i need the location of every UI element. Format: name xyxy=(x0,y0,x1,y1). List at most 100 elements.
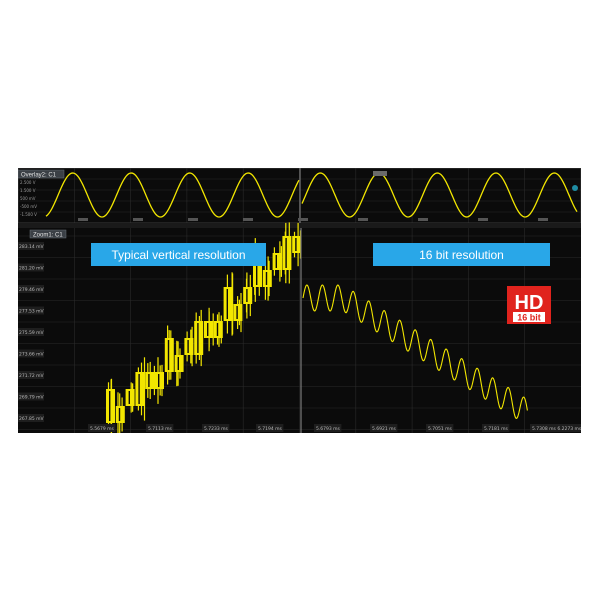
quantized-spike xyxy=(279,241,281,282)
top-tab[interactable]: Overlay2: C1 xyxy=(18,169,65,179)
quantized-spike xyxy=(107,382,110,430)
quantized-block xyxy=(115,406,125,423)
quantized-notch xyxy=(216,323,219,336)
quantized-notch xyxy=(246,289,248,302)
quantized-spike xyxy=(140,362,143,416)
quantized-notch xyxy=(128,391,130,404)
quantized-spike xyxy=(130,382,132,413)
panel-separator xyxy=(18,223,581,228)
x-tick-label: 5.6921 ms xyxy=(372,426,397,432)
y-tick-label: 283.14 mV xyxy=(19,244,45,250)
quantized-notch xyxy=(207,323,209,336)
quantized-notch xyxy=(197,323,199,353)
x-tick-label: 5.7113 ms xyxy=(148,426,173,432)
quantized-notch xyxy=(118,408,121,421)
y-tick-label: 279.46 mV xyxy=(19,287,45,293)
quantized-spike xyxy=(273,247,275,276)
quantized-spike xyxy=(117,392,119,433)
x-tick-label: 5.7308 ms 6.2273 ms xyxy=(532,426,581,432)
quantized-spike xyxy=(153,365,155,396)
top-tab-label: Overlay2: C1 xyxy=(21,173,57,179)
x-tick-chip xyxy=(538,218,548,221)
quantized-spike xyxy=(240,293,242,333)
x-tick-chip xyxy=(78,218,88,221)
quantized-block xyxy=(292,236,302,253)
x-tick-chip xyxy=(418,218,428,221)
quantized-spike xyxy=(249,274,251,317)
quantized-spike xyxy=(132,383,134,412)
y-tick-label: 271.72 mV xyxy=(19,373,45,379)
x-tick-label: 5.7233 ms xyxy=(204,426,229,432)
x-tick-chip xyxy=(298,218,308,221)
quantized-notch xyxy=(187,340,189,353)
quantized-spike xyxy=(143,357,146,421)
quantized-spike xyxy=(200,309,202,367)
top-axis-label: 2.500 V xyxy=(20,180,36,185)
y-tick-label: 267.85 mV xyxy=(19,416,45,422)
quantized-notch xyxy=(285,238,287,268)
quantized-spike xyxy=(297,222,299,267)
quantized-notch xyxy=(167,340,170,370)
bits-text: 16 bit xyxy=(517,313,541,323)
quantized-notch xyxy=(265,272,268,285)
quantized-spike xyxy=(232,273,234,335)
x-tick-chip xyxy=(243,218,253,221)
quantized-notch xyxy=(158,374,160,387)
quantized-block xyxy=(135,372,145,406)
quantized-spike xyxy=(280,246,282,277)
top-axis-label: 1.500 V xyxy=(20,188,36,193)
quantized-block xyxy=(174,355,184,372)
quantized-notch xyxy=(295,238,297,251)
x-tick-chip xyxy=(133,218,143,221)
quantized-spike xyxy=(220,315,222,344)
x-tick-chip xyxy=(188,218,198,221)
quantized-spike xyxy=(195,312,197,364)
top-axis-label: 500 mV xyxy=(20,196,36,201)
top-axis-label: -1.500 V xyxy=(20,212,37,217)
y-tick-label: 269.79 mV xyxy=(19,395,45,401)
quantized-spike xyxy=(198,316,200,360)
quantized-notch xyxy=(226,289,228,319)
quantized-spike xyxy=(161,364,163,397)
quantized-spike xyxy=(238,299,240,326)
quantized-spike xyxy=(293,231,296,258)
y-tick-label: 273.66 mV xyxy=(19,352,45,358)
y-tick-label: 275.59 mV xyxy=(19,330,45,336)
quantized-spike xyxy=(212,313,214,346)
quantized-spike xyxy=(170,330,172,380)
quantized-block xyxy=(125,389,135,406)
quantized-spike xyxy=(208,307,210,352)
right-banner-text: 16 bit resolution xyxy=(419,248,504,262)
left-banner-text: Typical vertical resolution xyxy=(111,248,245,262)
hd-16bit-badge: HD 16 bit xyxy=(507,286,551,324)
x-tick-chip xyxy=(478,218,488,221)
quantized-spike xyxy=(149,361,151,399)
bottom-tab[interactable]: Zoom1: C1 xyxy=(29,229,67,239)
x-tick-label: 5.7051 ms xyxy=(428,426,453,432)
top-axis-label: -500 mV xyxy=(20,204,37,209)
y-tick-label: 277.53 mV xyxy=(19,309,45,315)
x-tick-label: 5.6793 ms xyxy=(316,426,341,432)
x-tick-chip xyxy=(358,218,368,221)
quantized-spike xyxy=(179,348,181,379)
quantized-block xyxy=(194,321,204,355)
quantized-notch xyxy=(177,357,179,370)
quantized-spike xyxy=(121,397,123,432)
quantized-spike xyxy=(176,340,178,387)
hd-text: HD xyxy=(515,292,544,314)
quantized-notch xyxy=(138,374,140,404)
quantized-block xyxy=(155,372,164,389)
quantized-spike xyxy=(268,260,270,297)
right-banner: 16 bit resolution xyxy=(373,243,550,266)
x-tick-label: 5.5679 ms xyxy=(90,426,115,432)
quantized-notch xyxy=(148,374,150,387)
quantized-spike xyxy=(288,222,290,284)
bottom-tab-label: Zoom1: C1 xyxy=(33,233,63,239)
left-banner: Typical vertical resolution xyxy=(91,243,266,266)
x-tick-label: 5.7181 ms xyxy=(484,426,509,432)
quantized-spike xyxy=(191,326,193,367)
quantized-spike xyxy=(190,329,192,364)
quantized-block xyxy=(223,287,233,321)
oscilloscope-display: Overlay2: C1 2.500 V 1.500 V 500 mV -500 mV… xyxy=(18,168,581,433)
quantized-spike xyxy=(159,365,161,396)
